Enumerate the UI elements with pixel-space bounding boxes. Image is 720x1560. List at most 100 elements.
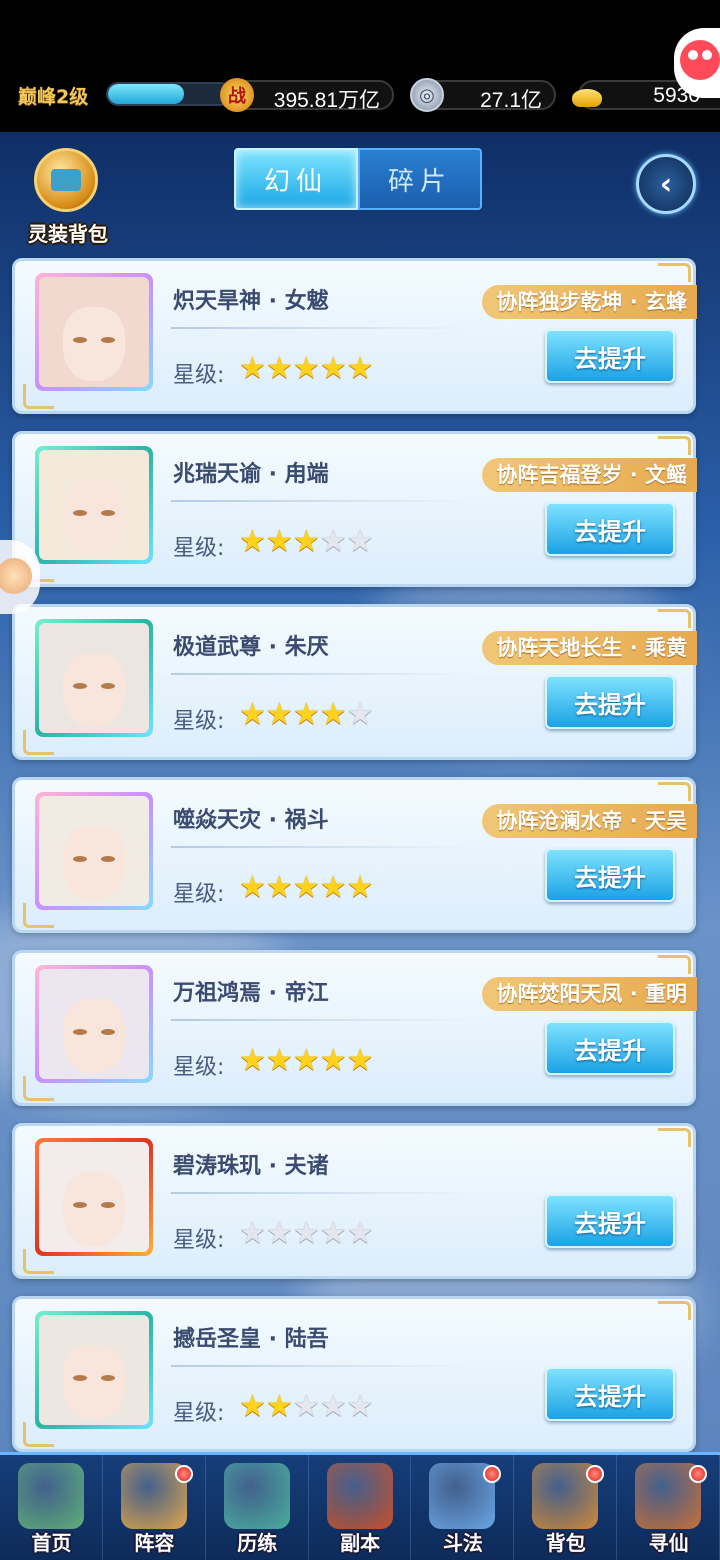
battle-power-value: 395.81万亿 [273,89,380,112]
star-icon: ★ [265,1216,293,1251]
nav-item-dungeon[interactable]: 副本 [309,1455,412,1560]
character-card: 万祖鸿焉 · 帝江 星级: ★ ★ ★ ★ ★ 协阵焚阳天凤 · 重明 去提升 [12,950,697,1106]
divider [171,673,471,675]
star-rating: ★ ★ ★ ★ ★ [239,527,374,557]
rank-progress-fill [108,84,184,104]
star-level-label: 星级: [173,709,225,734]
nav-item-training[interactable]: 历练 [206,1455,309,1560]
nav-label: 首页 [31,1531,72,1555]
coin-value: 27.1亿 [480,89,542,112]
tab-fragments[interactable]: 碎片 [358,148,482,210]
character-portrait[interactable] [35,273,153,391]
star-level-label: 星级: [173,882,225,907]
synergy-badge: 协阵独步乾坤 · 玄蜂 [482,285,697,319]
bag-icon [34,148,98,212]
gold-ingot-icon [570,78,604,112]
star-icon: ★ [265,697,293,732]
synergy-badge: 协阵吉福登岁 · 文鳐 [482,458,697,492]
star-icon: ★ [239,1216,266,1251]
star-icon: ★ [346,697,374,732]
character-card: 噬焱天灾 · 祸斗 星级: ★ ★ ★ ★ ★ 协阵沧澜水帝 · 天吴 去提升 [12,777,697,933]
star-icon: ★ [239,524,266,559]
spirit-gear-bag-button[interactable]: 灵装背包 [18,148,118,246]
star-level-label: 星级: [173,1228,225,1253]
divider [171,500,471,502]
nav-label: 阵容 [134,1531,175,1555]
star-level-label: 星级: [173,536,225,561]
star-icon: ★ [319,697,347,732]
star-icon: ★ [292,870,320,905]
character-portrait[interactable] [35,965,153,1083]
star-rating: ★ ★ ★ ★ ★ [239,1392,374,1422]
nav-item-lineup[interactable]: 阵容 [103,1455,206,1560]
star-icon: ★ [239,870,266,905]
upgrade-button[interactable]: 去提升 [545,848,675,902]
back-button[interactable]: ‹ [636,154,696,214]
character-card: 兆瑞天谕 · 甪端 星级: ★ ★ ★ ★ ★ 协阵吉福登岁 · 文鳐 去提升 [12,431,697,587]
star-rating: ★ ★ ★ ★ ★ [239,1046,374,1076]
upgrade-button[interactable]: 去提升 [545,675,675,729]
star-icon: ★ [265,870,293,905]
character-portrait[interactable] [35,446,153,564]
nav-item-backpack[interactable]: 背包 [514,1455,618,1560]
character-portrait[interactable] [35,619,153,737]
rank-label: 巅峰2级 [18,86,89,108]
upgrade-button[interactable]: 去提升 [545,502,675,556]
divider [171,327,471,329]
battle-power-icon: 战 [220,78,254,112]
star-icon: ★ [346,1216,374,1251]
upgrade-button[interactable]: 去提升 [545,1367,675,1421]
upgrade-button[interactable]: 去提升 [545,1021,675,1075]
divider [171,846,471,848]
star-icon: ★ [239,697,266,732]
nav-label: 斗法 [442,1531,483,1555]
star-rating: ★ ★ ★ ★ ★ [239,700,374,730]
bag-label: 灵装背包 [28,222,108,246]
star-icon: ★ [346,1389,374,1424]
nav-item-seek-immortal[interactable]: 寻仙 [617,1455,720,1560]
upgrade-button[interactable]: 去提升 [545,329,675,383]
star-icon: ★ [239,1043,266,1078]
back-arrow-icon: ‹ [659,166,673,202]
nav-item-home[interactable]: 首页 [0,1455,103,1560]
nav-label: 历练 [237,1531,278,1555]
character-portrait[interactable] [35,792,153,910]
tab-immortal[interactable]: 幻仙 [234,148,358,210]
character-portrait[interactable] [35,1311,153,1429]
star-icon: ★ [292,1043,320,1078]
nav-label: 副本 [340,1531,381,1555]
divider [171,1019,471,1021]
star-icon: ★ [319,1389,347,1424]
star-level-label: 星级: [173,1055,225,1080]
synergy-badge: 协阵沧澜水帝 · 天吴 [482,804,697,838]
notification-dot [483,1465,502,1483]
star-icon: ★ [346,870,374,905]
notification-dot [174,1465,193,1483]
star-icon: ★ [239,1389,266,1424]
star-icon: ★ [319,1043,347,1078]
star-icon: ★ [265,1389,293,1424]
character-card: 碧涛珠玑 · 夫诸 星级: ★ ★ ★ ★ ★ 去提升 [12,1123,696,1279]
character-name: 兆瑞天谕 · 甪端 [173,462,329,487]
character-portrait[interactable] [35,1138,153,1256]
battle-power: 战 395.81万亿 [220,78,394,112]
star-icon: ★ [319,351,347,386]
floating-assistant-icon[interactable] [674,28,720,98]
star-rating: ★ ★ ★ ★ ★ [239,873,374,903]
star-icon: ★ [292,1389,320,1424]
star-icon: ★ [239,351,266,386]
upgrade-button[interactable]: 去提升 [545,1194,675,1248]
divider [171,1192,471,1194]
star-level-label: 星级: [173,1401,225,1426]
star-icon: ★ [346,524,374,559]
star-icon: ★ [292,524,320,559]
star-icon: ★ [265,524,293,559]
star-icon: ★ [265,351,293,386]
star-icon: ★ [319,524,347,559]
character-name: 噬焱天灾 · 祸斗 [173,808,329,833]
nav-item-battle[interactable]: 斗法 [411,1455,515,1560]
star-icon: ★ [319,870,347,905]
star-icon: ★ [292,697,320,732]
character-name: 万祖鸿焉 · 帝江 [173,981,329,1006]
nav-label: 寻仙 [648,1531,689,1555]
